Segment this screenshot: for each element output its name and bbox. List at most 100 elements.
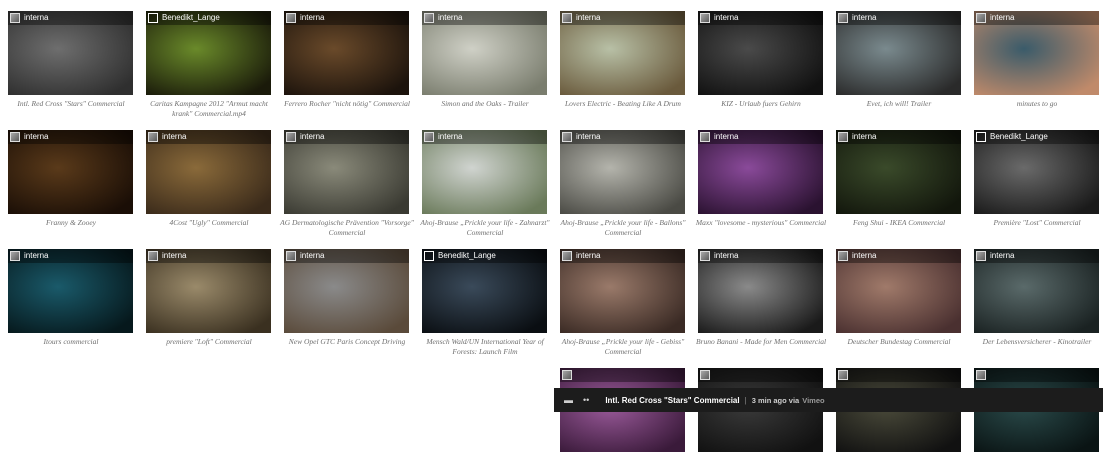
author-tag[interactable]: interna (284, 249, 409, 263)
author-name: interna (990, 251, 1015, 260)
video-thumbnail[interactable]: interna (560, 11, 685, 95)
author-tag[interactable]: interna (974, 249, 1099, 263)
author-tag[interactable] (698, 368, 823, 382)
video-thumbnail[interactable]: interna (284, 11, 409, 95)
author-tag[interactable]: interna (698, 130, 823, 144)
video-title[interactable]: Evet, ich will! Trailer (830, 99, 968, 109)
author-name: interna (852, 251, 877, 260)
video-thumbnail[interactable]: interna (836, 130, 961, 214)
video-title[interactable]: New Opel GTC Paris Concept Driving (278, 337, 416, 347)
minimize-icon[interactable]: ▬ (564, 395, 573, 405)
author-name: interna (576, 132, 601, 141)
author-avatar (10, 13, 20, 23)
video-title[interactable]: Caritas Kampagne 2012 "Armut macht krank… (140, 99, 278, 119)
author-avatar (10, 132, 20, 142)
video-thumbnail[interactable]: interna (974, 249, 1099, 333)
author-name: Benedikt_Lange (438, 251, 496, 260)
author-name: interna (24, 251, 49, 260)
author-tag[interactable]: interna (974, 11, 1099, 25)
video-thumbnail[interactable]: interna (836, 249, 961, 333)
video-title[interactable]: premiere "Loft" Commercial (140, 337, 278, 347)
video-title[interactable]: Mensch Wald/UN International Year of For… (416, 337, 554, 357)
video-thumbnail[interactable]: interna (146, 130, 271, 214)
author-tag[interactable]: interna (836, 11, 961, 25)
video-thumbnail[interactable]: Benedikt_Lange (146, 11, 271, 95)
author-tag[interactable]: interna (560, 130, 685, 144)
author-tag[interactable] (974, 368, 1099, 382)
author-tag[interactable] (560, 368, 685, 382)
video-thumbnail[interactable]: interna (698, 11, 823, 95)
author-avatar (562, 13, 572, 23)
video-title[interactable]: Deutscher Bundestag Commercial (830, 337, 968, 347)
author-tag[interactable]: interna (146, 249, 271, 263)
author-tag[interactable]: interna (836, 130, 961, 144)
author-avatar (286, 13, 296, 23)
author-tag[interactable]: interna (8, 11, 133, 25)
video-title[interactable]: minutes to go (968, 99, 1106, 109)
author-tag[interactable]: interna (698, 11, 823, 25)
author-tag[interactable]: interna (284, 11, 409, 25)
author-avatar (700, 13, 710, 23)
video-thumbnail[interactable]: interna (8, 11, 133, 95)
author-tag[interactable]: Benedikt_Lange (422, 249, 547, 263)
video-title[interactable]: Lovers Electric - Beating Like A Drum (554, 99, 692, 109)
video-title[interactable]: 4Cost "Ugly" Commercial (140, 218, 278, 228)
author-name: interna (714, 132, 739, 141)
source-link[interactable]: Vimeo (802, 396, 824, 405)
video-title[interactable]: Bruno Banani - Made for Men Commercial (692, 337, 830, 347)
author-tag[interactable]: interna (146, 130, 271, 144)
video-title[interactable]: Ferrero Rocher "nicht nötig" Commercial (278, 99, 416, 109)
video-title[interactable]: Franny & Zooey (2, 218, 140, 228)
video-title[interactable]: Ahoj-Brause „Prickle your life - Ballons… (554, 218, 692, 238)
author-tag[interactable]: Benedikt_Lange (146, 11, 271, 25)
video-title[interactable]: Feng Shui - IKEA Commercial (830, 218, 968, 228)
author-name: interna (852, 132, 877, 141)
video-thumbnail[interactable]: interna (974, 11, 1099, 95)
author-tag[interactable]: interna (8, 130, 133, 144)
video-title[interactable]: KIZ - Urlaub fuers Gehirn (692, 99, 830, 109)
video-title[interactable]: Itours commercial (2, 337, 140, 347)
author-tag[interactable]: interna (422, 130, 547, 144)
author-tag[interactable]: interna (698, 249, 823, 263)
video-thumbnail[interactable]: Benedikt_Lange (974, 130, 1099, 214)
video-thumbnail[interactable]: interna (698, 130, 823, 214)
video-thumbnail[interactable]: interna (560, 130, 685, 214)
video-title[interactable]: Simon and the Oaks - Trailer (416, 99, 554, 109)
video-thumbnail[interactable]: interna (146, 249, 271, 333)
author-tag[interactable]: Benedikt_Lange (974, 130, 1099, 144)
video-thumbnail[interactable]: interna (698, 249, 823, 333)
author-tag[interactable]: interna (284, 130, 409, 144)
video-thumbnail[interactable]: interna (8, 130, 133, 214)
video-thumbnail[interactable]: interna (284, 249, 409, 333)
author-name: interna (162, 251, 187, 260)
video-title[interactable]: Der Lebensversicherer - Kinotrailer (968, 337, 1106, 347)
video-thumbnail[interactable]: interna (422, 130, 547, 214)
video-thumbnail[interactable]: interna (836, 11, 961, 95)
video-thumbnail[interactable]: interna (284, 130, 409, 214)
author-tag[interactable]: interna (836, 249, 961, 263)
video-title[interactable]: Intl. Red Cross "Stars" Commercial (2, 99, 140, 109)
video-title[interactable]: Première "Lost" Commercial (968, 218, 1106, 228)
author-name: interna (714, 13, 739, 22)
video-title[interactable]: Ahoj-Brause „Prickle your life - Zahnarz… (416, 218, 554, 238)
video-title[interactable]: Ahoj-Brause „Prickle your life - Gebiss"… (554, 337, 692, 357)
author-tag[interactable]: interna (8, 249, 133, 263)
video-thumbnail[interactable]: Benedikt_Lange (422, 249, 547, 333)
video-thumbnail[interactable]: interna (8, 249, 133, 333)
author-tag[interactable]: interna (560, 11, 685, 25)
author-tag[interactable]: interna (560, 249, 685, 263)
author-name: interna (438, 13, 463, 22)
separator: | (744, 395, 747, 405)
author-name: Benedikt_Lange (990, 132, 1048, 141)
expand-icon[interactable]: •• (583, 395, 589, 405)
video-thumbnail[interactable]: interna (560, 249, 685, 333)
now-playing-bar: ▬ •• Intl. Red Cross "Stars" Commercial … (554, 388, 1103, 412)
now-playing-title[interactable]: Intl. Red Cross "Stars" Commercial (605, 396, 739, 405)
video-title[interactable]: Maxx "lovesome - mysterious" Commercial (692, 218, 830, 228)
video-title[interactable]: AG Dermatologische Prävention "Vorsorge"… (278, 218, 416, 238)
video-thumbnail[interactable]: interna (422, 11, 547, 95)
author-name: interna (990, 13, 1015, 22)
author-name: interna (300, 251, 325, 260)
author-tag[interactable] (836, 368, 961, 382)
author-tag[interactable]: interna (422, 11, 547, 25)
